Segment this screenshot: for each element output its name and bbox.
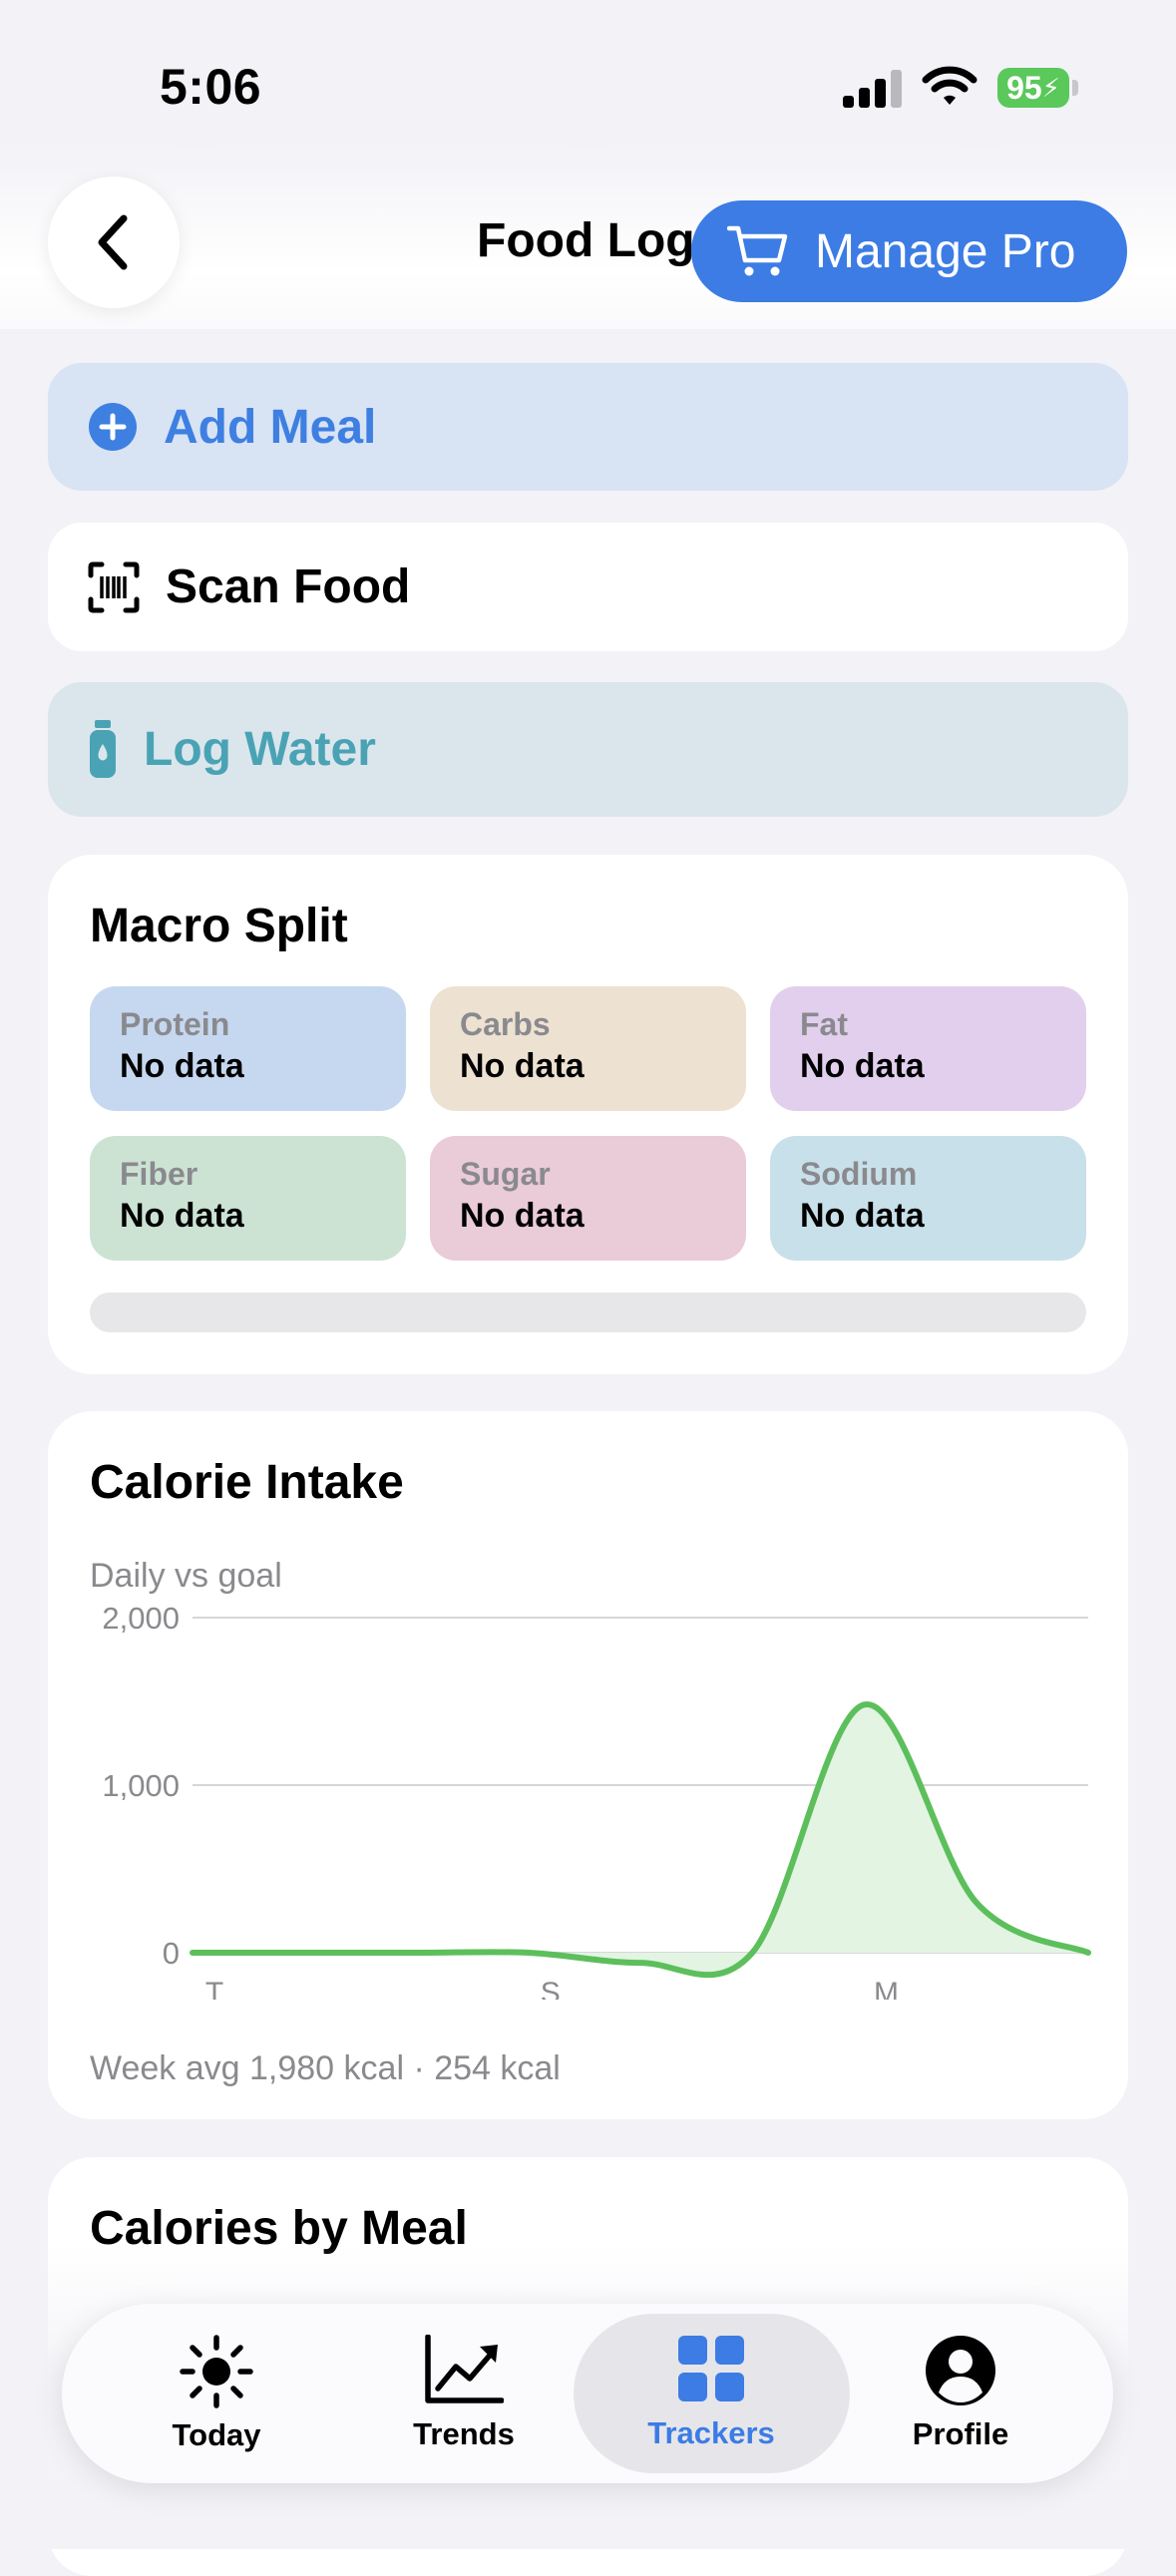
macro-name: Carbs [460, 1006, 551, 1042]
tab-trackers[interactable]: Trackers [616, 2304, 806, 2483]
person-circle-icon [926, 2336, 995, 2405]
macro-value: No data [120, 1197, 244, 1235]
calorie-intake-footer: Week avg 1,980 kcal · 254 kcal [90, 2049, 561, 2087]
calorie-intake-card: Calorie Intake Daily vs goal 0 1,000 2,000… [48, 1411, 1128, 2119]
calorie-intake-title: Calorie Intake [90, 1456, 404, 1509]
macro-split-card: Macro Split Protein No data Carbs No dat… [48, 855, 1128, 1374]
barcode-scan-icon [88, 561, 140, 612]
chevron-left-icon [98, 214, 128, 270]
macro-value: No data [120, 1047, 244, 1085]
x-tick-label: M [874, 1977, 899, 2000]
macro-tile-fat[interactable]: Fat No data [770, 986, 1086, 1111]
macro-value: No data [460, 1047, 585, 1085]
scan-food-label: Scan Food [166, 560, 411, 613]
macro-value: No data [460, 1197, 585, 1235]
wifi-icon [922, 66, 978, 105]
y-tick-label: 0 [163, 1936, 180, 1971]
battery-indicator: 95 ⚡ [997, 68, 1069, 108]
macro-tile-sodium[interactable]: Sodium No data [770, 1136, 1086, 1261]
x-tick-label: S [541, 1977, 561, 2000]
macro-tile-protein[interactable]: Protein No data [90, 986, 406, 1111]
macro-split-title: Macro Split [90, 900, 348, 952]
calorie-chart: 0 1,000 2,000 T S M [102, 1601, 1091, 2000]
tab-label: Trends [413, 2416, 515, 2451]
macro-value: No data [800, 1197, 925, 1235]
log-water-button[interactable]: Log Water [48, 682, 1128, 817]
calorie-area-fill [193, 1704, 1088, 1976]
tab-today[interactable]: Today [122, 2304, 311, 2483]
water-bottle-icon [90, 719, 116, 778]
macro-name: Sugar [460, 1156, 551, 1192]
add-meal-label: Add Meal [164, 400, 377, 454]
macro-tile-fiber[interactable]: Fiber No data [90, 1136, 406, 1261]
add-meal-button[interactable]: Add Meal [48, 363, 1128, 491]
page-title: Food Log [477, 214, 695, 267]
status-time: 5:06 [160, 59, 262, 115]
tab-label: Profile [912, 2416, 1009, 2451]
scan-food-button[interactable]: Scan Food [48, 523, 1128, 651]
tab-label: Today [172, 2417, 261, 2452]
macro-name: Sodium [800, 1156, 918, 1192]
cart-icon [727, 225, 788, 276]
y-tick-label: 2,000 [102, 1601, 180, 1636]
back-button[interactable] [48, 177, 180, 308]
battery-cap [1072, 80, 1078, 96]
trend-chart-icon [425, 2335, 504, 2403]
sun-icon [180, 2335, 253, 2408]
grid-icon [678, 2336, 744, 2401]
macro-name: Fiber [120, 1156, 198, 1192]
manage-pro-label: Manage Pro [815, 224, 1076, 278]
macro-value: No data [800, 1047, 925, 1085]
x-tick-label: T [205, 1977, 223, 2000]
macro-tile-carbs[interactable]: Carbs No data [430, 986, 746, 1111]
tab-trends[interactable]: Trends [369, 2304, 559, 2483]
tab-label: Trackers [647, 2415, 775, 2450]
macro-progress-bar [90, 1292, 1086, 1332]
manage-pro-button[interactable]: Manage Pro [691, 200, 1127, 302]
plus-circle-icon [89, 403, 137, 451]
tab-bar: Today Trends Trackers Profile [62, 2304, 1113, 2483]
y-tick-label: 1,000 [102, 1768, 180, 1803]
macro-name: Fat [800, 1006, 848, 1042]
macro-name: Protein [120, 1006, 230, 1042]
cellular-signal-icon [843, 70, 902, 108]
log-water-label: Log Water [144, 723, 376, 776]
macro-tile-sugar[interactable]: Sugar No data [430, 1136, 746, 1261]
tab-profile[interactable]: Profile [866, 2304, 1055, 2483]
